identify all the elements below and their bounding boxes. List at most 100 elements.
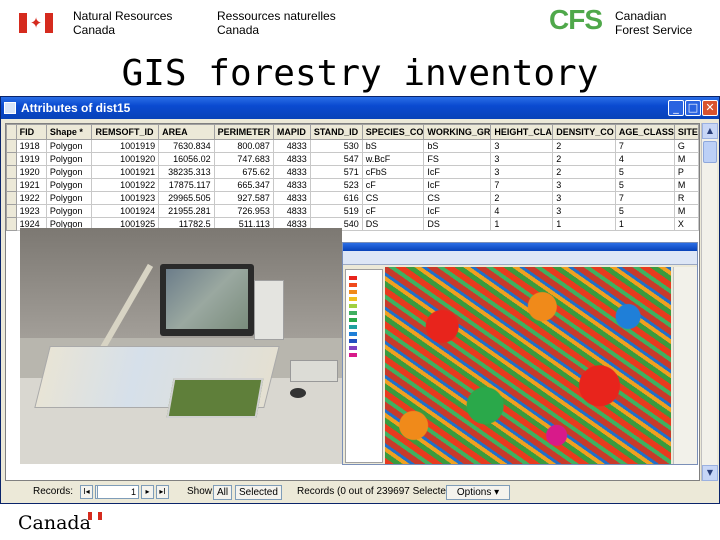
table-cell[interactable]: 3 <box>552 204 616 218</box>
scroll-thumb[interactable] <box>703 141 717 163</box>
maximize-button[interactable]: □ <box>685 100 701 116</box>
row-selector[interactable] <box>6 217 17 231</box>
table-cell[interactable]: 4 <box>490 204 554 218</box>
table-cell[interactable]: 4833 <box>272 191 311 205</box>
options-button[interactable]: Options ▾ <box>446 485 510 500</box>
table-cell[interactable]: 4 <box>614 152 675 166</box>
table-row[interactable]: 1920 Polygon 1001921 38235.313 675.62 4833 571… <box>6 165 699 179</box>
table-cell[interactable]: 1001924 <box>91 204 160 218</box>
table-cell[interactable]: 4833 <box>272 165 311 179</box>
table-cell[interactable]: R <box>673 191 699 205</box>
table-row[interactable]: 1923 Polygon 1001924 21955.281 726.953 4833 51… <box>6 204 699 218</box>
row-selector[interactable] <box>6 191 17 205</box>
row-selector[interactable] <box>6 204 17 218</box>
table-cell[interactable]: 530 <box>309 139 363 153</box>
next-record-button[interactable]: ▸ <box>141 485 154 499</box>
table-cell[interactable]: M <box>673 178 699 192</box>
close-button[interactable]: ✕ <box>702 100 718 116</box>
table-cell[interactable]: 2 <box>552 139 616 153</box>
table-cell[interactable]: 4833 <box>272 139 311 153</box>
column-header[interactable]: DENSITY_CO <box>552 124 616 140</box>
table-cell[interactable]: FS <box>423 152 492 166</box>
table-cell[interactable]: 747.683 <box>213 152 274 166</box>
table-cell[interactable]: 4833 <box>272 204 311 218</box>
table-cell[interactable]: CS <box>423 191 492 205</box>
table-cell[interactable]: cF <box>361 178 425 192</box>
table-cell[interactable]: 7 <box>614 191 675 205</box>
table-cell[interactable]: 1922 <box>15 191 47 205</box>
table-cell[interactable]: DS <box>361 217 425 231</box>
table-cell[interactable]: 800.087 <box>213 139 274 153</box>
window-titlebar[interactable]: Attributes of dist15 _ □ ✕ <box>1 97 719 119</box>
table-cell[interactable]: 665.347 <box>213 178 274 192</box>
table-cell[interactable]: 726.953 <box>213 204 274 218</box>
row-selector[interactable] <box>6 178 17 192</box>
record-number-input[interactable]: 1 <box>97 485 139 499</box>
table-cell[interactable]: 1 <box>614 217 675 231</box>
column-header[interactable]: HEIGHT_CLA <box>490 124 554 140</box>
table-cell[interactable]: 38235.313 <box>158 165 215 179</box>
table-cell[interactable]: 7630.834 <box>158 139 215 153</box>
table-cell[interactable]: Polygon <box>45 165 93 179</box>
table-cell[interactable]: 4833 <box>272 152 311 166</box>
table-cell[interactable]: 5 <box>614 165 675 179</box>
row-selector[interactable] <box>6 139 17 153</box>
table-row[interactable]: 1919 Polygon 1001920 16056.02 747.683 4833 547… <box>6 152 699 166</box>
table-cell[interactable]: 1001921 <box>91 165 160 179</box>
column-header[interactable]: REMSOFT_ID <box>91 124 160 140</box>
table-cell[interactable]: 3 <box>552 191 616 205</box>
table-cell[interactable]: 3 <box>490 139 554 153</box>
table-cell[interactable]: cFbS <box>361 165 425 179</box>
table-cell[interactable]: Polygon <box>45 152 93 166</box>
table-cell[interactable]: cF <box>361 204 425 218</box>
table-cell[interactable]: CS <box>361 191 425 205</box>
table-cell[interactable]: IcF <box>423 204 492 218</box>
table-cell[interactable]: DS <box>423 217 492 231</box>
table-cell[interactable]: 675.62 <box>213 165 274 179</box>
table-cell[interactable]: 3 <box>552 178 616 192</box>
table-cell[interactable]: 2 <box>490 191 554 205</box>
table-cell[interactable]: 1001923 <box>91 191 160 205</box>
table-cell[interactable]: G <box>673 139 699 153</box>
table-cell[interactable]: 523 <box>309 178 363 192</box>
table-cell[interactable]: 7 <box>490 178 554 192</box>
table-cell[interactable]: 5 <box>614 204 675 218</box>
table-cell[interactable]: 5 <box>614 178 675 192</box>
table-cell[interactable]: 1919 <box>15 152 47 166</box>
table-cell[interactable]: 1921 <box>15 178 47 192</box>
table-cell[interactable]: 547 <box>309 152 363 166</box>
table-cell[interactable]: bS <box>423 139 492 153</box>
table-cell[interactable]: 2 <box>552 152 616 166</box>
table-cell[interactable]: 7 <box>614 139 675 153</box>
table-cell[interactable]: Polygon <box>45 139 93 153</box>
table-cell[interactable]: IcF <box>423 178 492 192</box>
table-cell[interactable]: 17875.117 <box>158 178 215 192</box>
row-selector-header[interactable] <box>6 124 17 140</box>
row-selector[interactable] <box>6 152 17 166</box>
column-header[interactable]: AGE_CLASS <box>614 124 675 140</box>
table-cell[interactable]: 2 <box>552 165 616 179</box>
column-header[interactable]: STAND_ID <box>309 124 363 140</box>
column-header[interactable]: PERIMETER <box>213 124 274 140</box>
column-header[interactable]: AREA <box>158 124 215 140</box>
scroll-up-icon[interactable]: ▲ <box>702 123 718 139</box>
table-cell[interactable]: 616 <box>309 191 363 205</box>
table-row[interactable]: 1922 Polygon 1001923 29965.505 927.587 4833 61… <box>6 191 699 205</box>
column-header[interactable]: SPECIES_CO <box>361 124 425 140</box>
column-header[interactable]: MAPID <box>272 124 311 140</box>
table-cell[interactable]: 3 <box>490 152 554 166</box>
show-selected-button[interactable]: Selected <box>235 485 282 500</box>
table-cell[interactable]: 1918 <box>15 139 47 153</box>
minimize-button[interactable]: _ <box>668 100 684 116</box>
column-header[interactable]: FID <box>15 124 47 140</box>
table-cell[interactable]: Polygon <box>45 191 93 205</box>
row-selector[interactable] <box>6 165 17 179</box>
table-cell[interactable]: 1923 <box>15 204 47 218</box>
table-cell[interactable]: 1 <box>552 217 616 231</box>
last-record-button[interactable]: ▸I <box>156 485 169 499</box>
table-cell[interactable]: X <box>673 217 699 231</box>
table-cell[interactable]: P <box>673 165 699 179</box>
table-row[interactable]: 1918 Polygon 1001919 7630.834 800.087 4833 530… <box>6 139 699 153</box>
table-cell[interactable]: 1001920 <box>91 152 160 166</box>
table-cell[interactable]: IcF <box>423 165 492 179</box>
